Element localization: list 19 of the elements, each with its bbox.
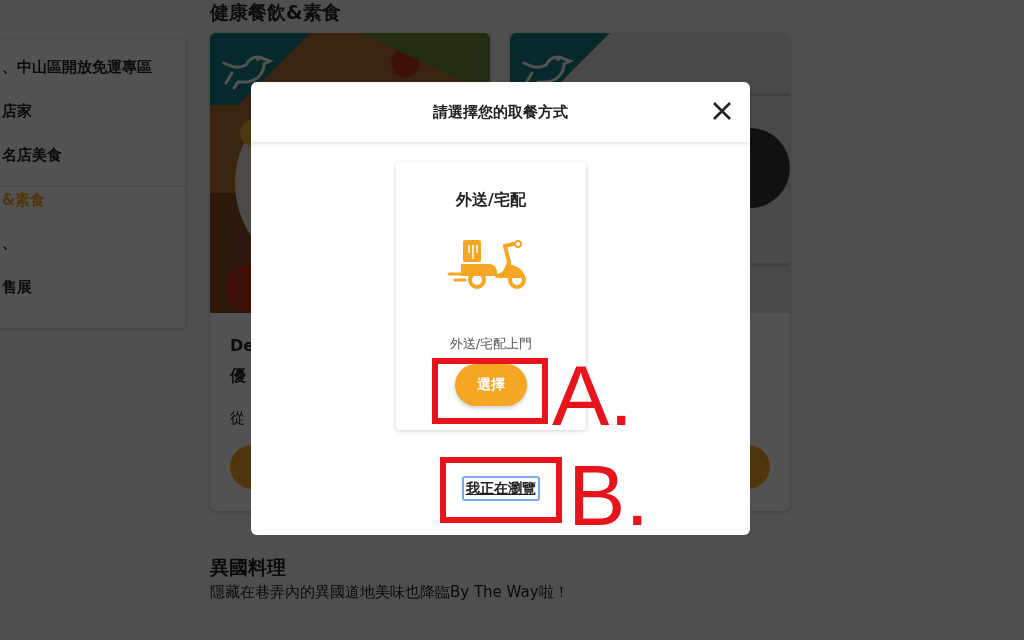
section-subtitle: 隱藏在巷弄內的異國道地美味也降臨By The Way啦！	[210, 582, 570, 604]
sidebar-item[interactable]: 、中山區開放免運專區	[0, 54, 185, 98]
annotation-label: A.	[552, 352, 634, 438]
annotation-label: B.	[568, 452, 650, 538]
section-heading: 異國料理	[210, 554, 287, 580]
sidebar-item[interactable]: 店家	[0, 98, 185, 142]
card-text: 從	[230, 407, 246, 429]
sidebar-item[interactable]: 、	[0, 230, 185, 274]
sidebar-item[interactable]: 售展	[0, 274, 185, 318]
modal-title: 請選擇您的取餐方式	[433, 101, 568, 123]
option-title: 外送/宅配	[454, 189, 527, 211]
sidebar-item[interactable]: 名店美食	[0, 142, 185, 186]
close-icon[interactable]	[712, 101, 732, 121]
section-heading: 健康餐飲&素食	[210, 0, 342, 25]
select-button[interactable]: 選擇	[455, 363, 527, 406]
card-title: 優	[230, 364, 246, 387]
sidebar-item[interactable]: &素食	[0, 186, 185, 230]
option-description: 外送/宅配上門	[448, 335, 534, 353]
browse-link[interactable]: 我正在瀏覽	[461, 475, 540, 501]
